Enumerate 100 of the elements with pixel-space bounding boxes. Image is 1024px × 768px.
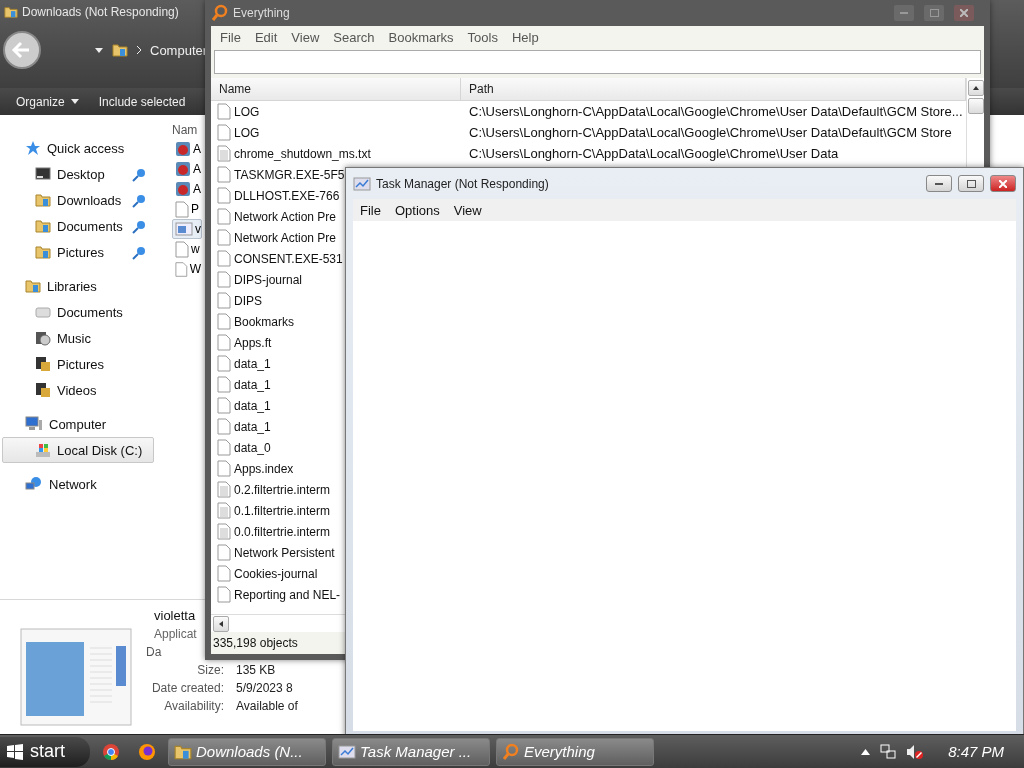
app-icon	[175, 141, 191, 157]
network-icon[interactable]	[880, 743, 897, 760]
clock[interactable]: 8:47 PM	[948, 743, 1004, 760]
window-title: Task Manager (Not Responding)	[376, 176, 549, 191]
menu-item[interactable]: Bookmarks	[381, 27, 461, 47]
file-list-item[interactable]: A	[172, 139, 202, 159]
file-icon	[217, 439, 231, 456]
taskbar-button[interactable]: Task Manager ...	[332, 737, 490, 766]
file-type: Applicat	[154, 626, 197, 643]
sidebar-item[interactable]: Pictures	[2, 351, 154, 377]
browser-icon	[102, 742, 120, 761]
scroll-up-button[interactable]	[967, 80, 984, 96]
file-name: 0.0.filtertrie.interm	[234, 524, 331, 539]
caret-icon[interactable]	[94, 46, 104, 54]
maximize-icon	[966, 179, 976, 188]
file-icon	[217, 124, 231, 141]
browser-icon	[138, 742, 156, 761]
sidebar-item[interactable]: Computer	[2, 411, 154, 437]
sidebar-item[interactable]: Documents	[2, 299, 154, 325]
file-name: TASKMGR.EXE-5F5	[234, 167, 345, 182]
file-name: Reporting and NEL-	[234, 587, 341, 602]
menu-item[interactable]: Help	[504, 27, 546, 47]
back-button[interactable]	[2, 30, 42, 70]
file-list-item[interactable]: W	[172, 259, 202, 279]
sidebar-item[interactable]: Videos	[2, 377, 154, 403]
sidebar-item[interactable]: Network	[2, 471, 154, 497]
menu-item[interactable]: Options	[387, 200, 447, 220]
column-header[interactable]: Name	[211, 78, 461, 100]
close-icon	[960, 9, 968, 17]
sidebar-item[interactable]: Pictures	[2, 239, 154, 265]
property-value: Available of	[236, 698, 298, 715]
sidebar-item[interactable]: Local Disk (C:)	[2, 437, 154, 463]
column-header[interactable]: Nam	[172, 115, 202, 139]
menu-item[interactable]: View	[284, 27, 327, 47]
sidebar-item[interactable]: Desktop	[2, 161, 154, 187]
taskbar-button[interactable]: Everything	[496, 737, 654, 766]
sidebar-item[interactable]: Libraries	[2, 273, 154, 299]
library-icon	[35, 305, 51, 319]
scroll-left-button[interactable]	[213, 615, 229, 632]
menu-item[interactable]: Search	[326, 27, 382, 47]
menu-item[interactable]: File	[213, 27, 248, 47]
file-icon	[217, 460, 231, 477]
file-name: DLLHOST.EXE-766	[234, 188, 340, 203]
file-icon	[217, 418, 231, 435]
sidebar-item[interactable]: Documents	[2, 213, 154, 239]
folder-icon	[4, 5, 18, 19]
text-file-icon	[217, 502, 231, 519]
status-text: 335,198 objects	[213, 636, 298, 650]
sidebar-item[interactable]: Downloads	[2, 187, 154, 213]
file-list-item[interactable]: P	[172, 199, 202, 219]
folder-icon	[112, 42, 128, 58]
file-name: LOG	[234, 125, 260, 140]
search-icon	[211, 4, 229, 22]
folder-icon	[35, 218, 51, 234]
close-button[interactable]	[990, 175, 1016, 192]
file-path: C:\Users\Longhorn-C\AppData\Local\Google\Chrome\User Data\Default\GCM Store	[468, 125, 953, 140]
close-button[interactable]	[954, 5, 974, 21]
taskbar-button[interactable]: Downloads (N...	[168, 737, 326, 766]
file-list-item[interactable]: w	[172, 239, 202, 259]
file-icon	[217, 229, 231, 246]
file-list-item[interactable]: A	[172, 159, 202, 179]
file-name: chrome_shutdown_ms.txt	[234, 146, 371, 161]
file-icon	[175, 240, 189, 258]
chart-window-icon	[338, 743, 356, 760]
start-button[interactable]: start	[0, 736, 90, 767]
file-path: C:\Users\Longhorn-C\AppData\Local\Google\Chrome\User Data\Default\GCM Store...	[468, 104, 964, 119]
pin-icon	[131, 193, 147, 209]
scrollbar-thumb[interactable]	[967, 98, 984, 114]
muted-speaker-icon[interactable]	[906, 743, 925, 760]
menu-item[interactable]: File	[353, 200, 388, 220]
file-icon	[217, 586, 231, 603]
search-field[interactable]	[214, 50, 981, 74]
caret-icon[interactable]	[861, 748, 871, 755]
windows-flag-icon	[6, 742, 24, 761]
star-icon	[25, 140, 41, 156]
file-list-item[interactable]: A	[172, 179, 202, 199]
file-icon	[217, 334, 231, 351]
music-icon	[35, 330, 51, 346]
maximize-button[interactable]	[958, 175, 984, 192]
minimize-button[interactable]	[926, 175, 952, 192]
menu-item[interactable]: View	[446, 200, 489, 220]
file-icon	[217, 355, 231, 372]
column-header[interactable]: Path	[461, 78, 966, 100]
menu-item[interactable]: Edit	[247, 27, 285, 47]
toolbar-button[interactable]: Include selected	[92, 92, 192, 111]
minimize-icon	[935, 182, 943, 185]
menu-item[interactable]: Tools	[460, 27, 505, 47]
sidebar-item[interactable]: Quick access	[2, 135, 154, 161]
file-icon	[217, 187, 231, 204]
breadcrumb[interactable]: Computer	[150, 42, 208, 58]
file-name: violetta	[154, 607, 196, 625]
folder-icon	[25, 278, 41, 294]
file-icon	[217, 397, 231, 414]
folder-icon	[35, 244, 51, 260]
desktop-icon	[35, 167, 51, 181]
file-name: data_1	[234, 377, 271, 392]
sidebar-item[interactable]: Music	[2, 325, 154, 351]
toolbar-button[interactable]: Organize	[10, 92, 85, 111]
file-list-item[interactable]: v	[172, 219, 202, 239]
up-arrow-icon	[972, 86, 979, 90]
